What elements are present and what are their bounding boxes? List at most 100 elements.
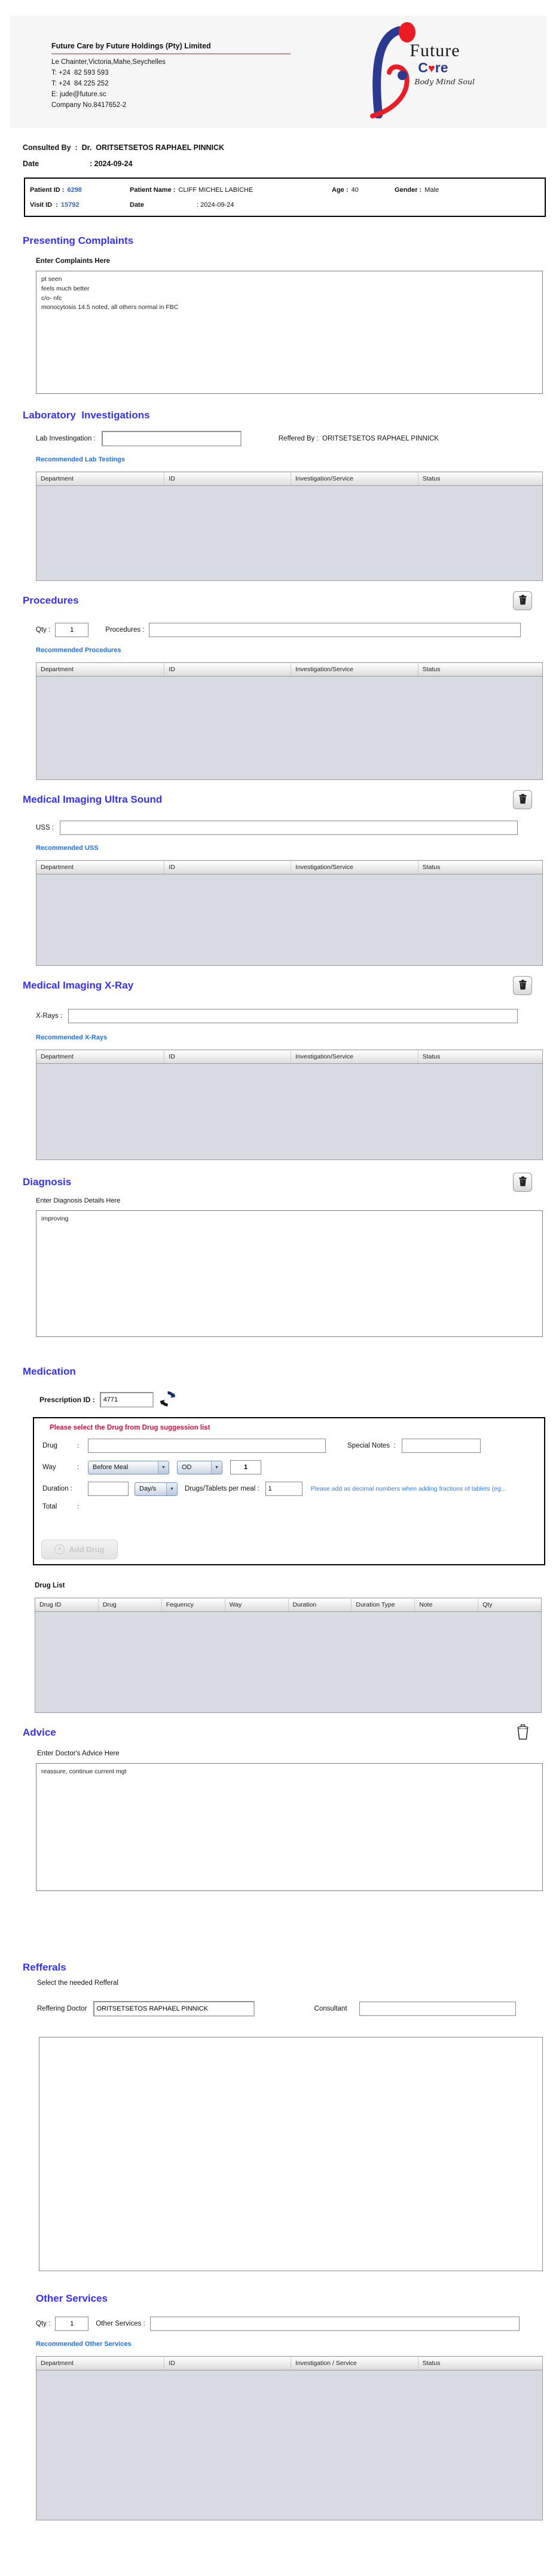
drug-col-qty: Qty	[478, 1598, 542, 1612]
frequency-value: OD	[182, 1464, 192, 1471]
section-title-other-services: Other Services	[36, 2293, 108, 2304]
frequency-qty-input[interactable]	[230, 1460, 261, 1474]
xray-input[interactable]	[68, 1009, 518, 1023]
per-meal-input[interactable]	[265, 1482, 303, 1496]
section-title-laboratory: Laboratory Investigations	[23, 409, 150, 421]
age-label: Age :	[332, 186, 349, 194]
letterhead-info: Future Care by Future Holdings (Pty) Lim…	[51, 41, 291, 128]
clear-procedures-button[interactable]	[513, 790, 532, 809]
uss-table-body	[36, 874, 543, 966]
advice-textarea[interactable]: reassure, continue current mgt	[36, 1763, 543, 1891]
drug-col-duration-type: Duration Type	[351, 1598, 416, 1612]
recommended-lab-testings-link: Recommended Lab Testings	[36, 456, 125, 463]
complaints-label: Enter Complaints Here	[36, 258, 110, 265]
section-title-advice: Advice	[23, 1727, 56, 1738]
lab-table-header-row: Department ID Investigation/Service Stat…	[36, 472, 543, 486]
clear-lab-button[interactable]	[513, 591, 532, 610]
drug-col-frequency: Fequency	[161, 1598, 225, 1612]
drug-col-id: Drug ID	[35, 1598, 99, 1612]
consultant-input[interactable]	[359, 2002, 516, 2016]
visit-date-label: Date	[130, 201, 144, 209]
trash-outline-icon	[517, 1724, 529, 1742]
trash-icon	[518, 595, 527, 607]
procedures-qty-input[interactable]	[55, 623, 89, 637]
patient-info-box: Patient ID :6298 Patient Name : CLIFF MIC…	[24, 178, 546, 217]
duration-input[interactable]	[88, 1482, 129, 1496]
drug-label: Drug	[42, 1442, 57, 1449]
company-address: Le Chainter,Victoria,Mahe,Seychelles	[51, 59, 166, 66]
other-services-table: Department ID Investigation / Service St…	[36, 2356, 543, 2520]
procedures-input[interactable]	[149, 623, 521, 637]
company-name: Future Care by Future Holdings (Pty) Lim…	[51, 41, 291, 55]
drug-col-note: Note	[414, 1598, 479, 1612]
prescription-id-label: Prescription ID :	[39, 1396, 95, 1404]
refresh-prescription-button[interactable]	[160, 1391, 176, 1409]
other-services-input[interactable]	[149, 2317, 520, 2331]
drug-table-body	[35, 1611, 542, 1713]
lab-col-department: Department	[36, 472, 165, 486]
drug-warning-text: Please select the Drug from Drug suggess…	[50, 1424, 210, 1431]
meal-time-dropdown[interactable]: Before Meal ▼	[88, 1460, 169, 1474]
letterhead: Future Care by Future Holdings (Pty) Lim…	[10, 16, 546, 128]
complaints-textarea[interactable]: pt seen feels much better c/o- nfc monoc…	[36, 271, 543, 394]
other-col-department: Department	[36, 2356, 165, 2370]
prescription-id-input[interactable]	[99, 1392, 154, 1408]
xray-col-id: ID	[164, 1050, 292, 1064]
add-drug-label: Add Drug	[69, 1545, 105, 1554]
consultation-form-page: Future Care by Future Holdings (Pty) Lim…	[0, 0, 556, 2576]
recommended-xrays-link: Recommended X-Rays	[36, 1034, 108, 1041]
referred-by-line: Reffered By : ORITSETSETOS RAPHAEL PINNI…	[278, 435, 439, 442]
xray-table: Department ID Investigation/Service Stat…	[36, 1050, 543, 1160]
other-services-qty-input[interactable]	[55, 2317, 89, 2331]
duration-unit-dropdown[interactable]: Day/s ▼	[135, 1482, 178, 1496]
lab-col-investigation: Investigation/Service	[291, 472, 418, 486]
lab-investigation-input[interactable]	[101, 431, 242, 446]
referring-doctor-input[interactable]	[93, 2001, 255, 2017]
clear-drug-list-button[interactable]	[513, 1723, 532, 1742]
way-label: Way	[42, 1464, 56, 1471]
procedures-table-header-row: Department ID Investigation/Service Stat…	[36, 662, 543, 677]
logo-tagline: Body Mind Soul	[414, 77, 475, 86]
visit-date-value: : 2024-09-24	[197, 201, 234, 209]
uss-label: USS :	[36, 824, 54, 831]
future-care-logo: Future C♥re Body Mind Soul	[361, 20, 475, 128]
logo-word-care: C♥re	[418, 60, 448, 75]
section-title-procedures: Procedures	[23, 595, 79, 606]
drug-input[interactable]	[88, 1439, 326, 1453]
company-phone-1: T: +24 82 593 593	[51, 69, 109, 77]
referring-doctor-label: Reffering Doctor	[37, 2005, 87, 2012]
referrals-subtitle: Select the needed Refferal	[37, 1980, 118, 1987]
procedures-label: Procedures :	[105, 626, 145, 634]
add-drug-button[interactable]: + Add Drug	[41, 1540, 118, 1559]
recommended-other-services-link: Recommended Other Services	[36, 2341, 132, 2348]
gender-label: Gender :	[395, 186, 422, 194]
section-title-xray: Medical Imaging X-Ray	[23, 980, 134, 991]
special-notes-input[interactable]	[401, 1439, 481, 1453]
clear-xray-button[interactable]	[513, 1173, 532, 1192]
uss-col-investigation: Investigation/Service	[291, 860, 418, 874]
diagnosis-textarea[interactable]: improving	[36, 1210, 543, 1337]
procedures-col-id: ID	[164, 662, 292, 677]
xray-table-header-row: Department ID Investigation/Service Stat…	[36, 1050, 543, 1064]
date-value: : 2024-09-24	[90, 160, 133, 168]
procedures-col-status: Status	[418, 662, 543, 677]
lab-testings-table: Department ID Investigation/Service Stat…	[36, 472, 543, 581]
visit-id-label: Visit ID :	[30, 201, 58, 209]
other-table-header-row: Department ID Investigation / Service St…	[36, 2356, 543, 2370]
logo-word-future: Future	[410, 41, 460, 60]
other-services-qty-label: Qty :	[36, 2320, 51, 2327]
uss-input[interactable]	[60, 821, 518, 835]
drug-list-table: Drug ID Drug Fequency Way Duration Durat…	[35, 1598, 542, 1713]
clear-uss-button[interactable]	[513, 976, 532, 995]
frequency-dropdown[interactable]: OD ▼	[177, 1460, 222, 1474]
lab-investigation-label: Lab Investingation :	[36, 435, 96, 442]
patient-id-label: Patient ID :	[30, 186, 65, 194]
other-table-body	[36, 2370, 543, 2520]
referral-list-box[interactable]	[39, 2037, 543, 2271]
drug-table-header-row: Drug ID Drug Fequency Way Duration Durat…	[35, 1598, 542, 1612]
section-title-presenting-complaints: Presenting Complaints	[23, 235, 134, 246]
date-label: Date	[23, 160, 39, 168]
other-services-label: Other Services :	[96, 2320, 145, 2327]
other-col-investigation: Investigation / Service	[291, 2356, 418, 2370]
uss-col-department: Department	[36, 860, 165, 874]
